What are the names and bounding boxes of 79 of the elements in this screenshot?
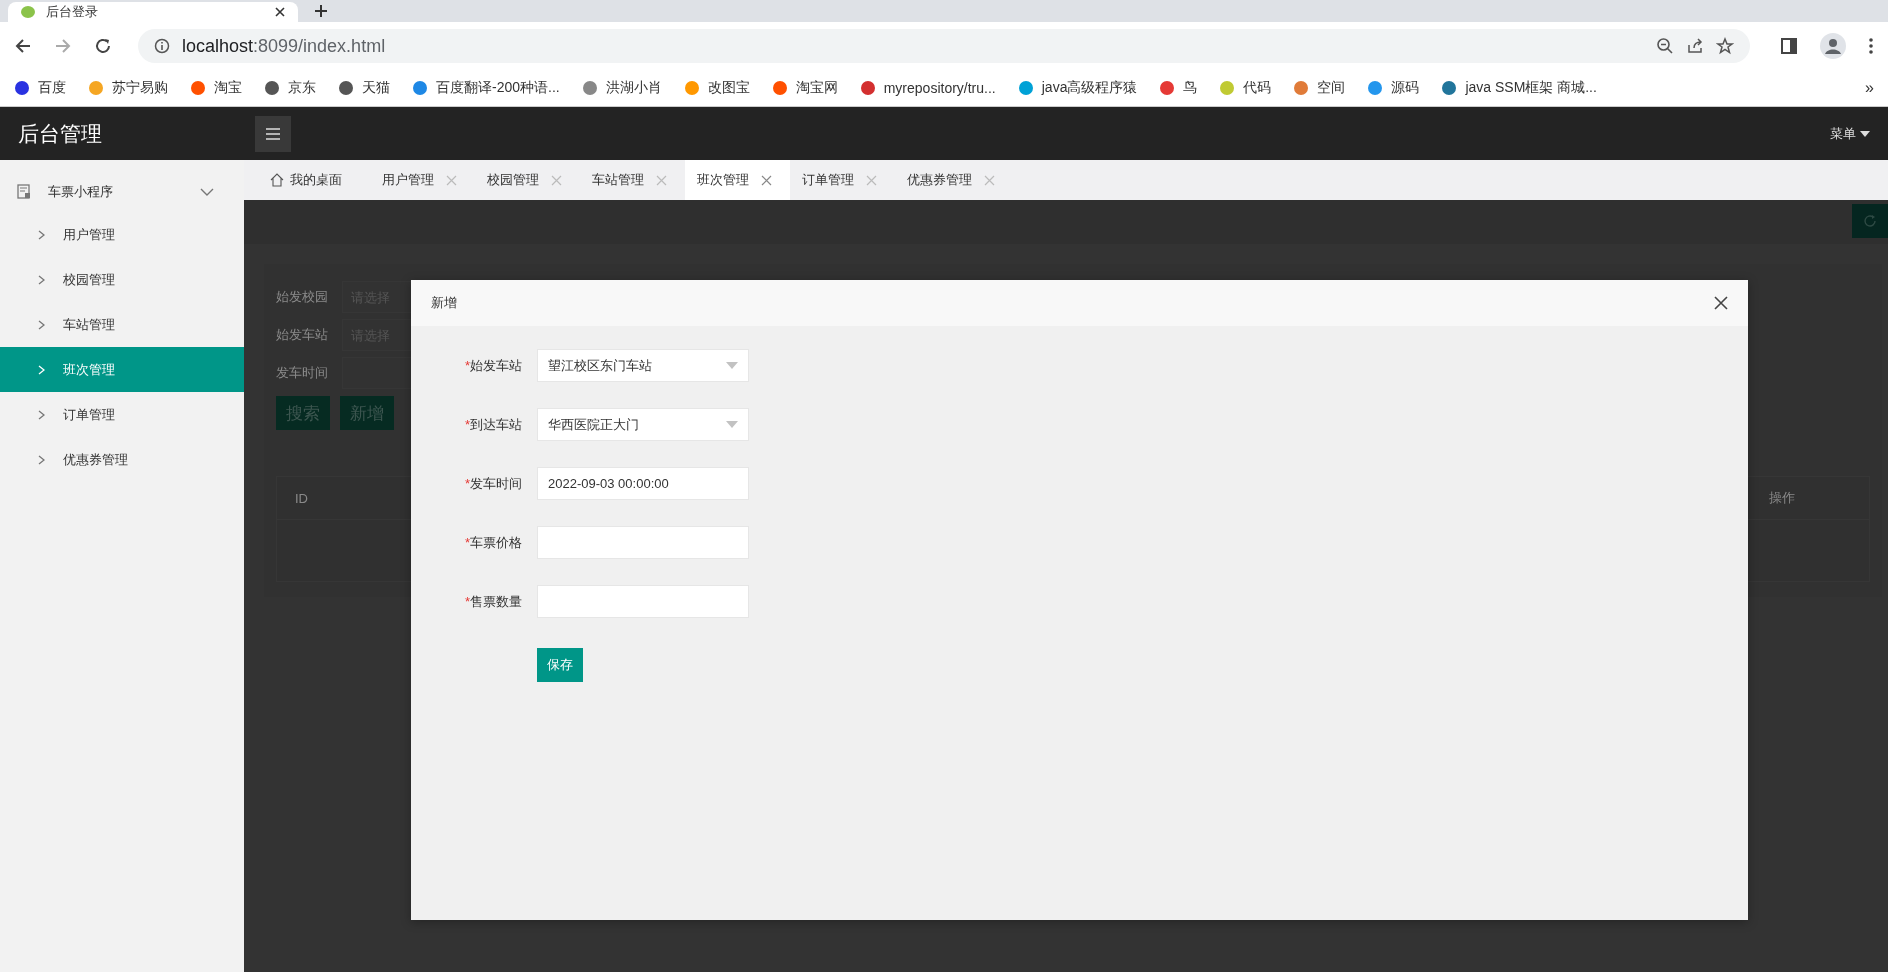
field-label: *始发车站 [463, 356, 523, 375]
back-icon[interactable] [14, 37, 32, 55]
bookmark[interactable]: 百度翻译-200种语... [412, 79, 560, 97]
page-tab[interactable]: 车站管理 [580, 160, 685, 200]
bookmark[interactable]: myrepository/tru... [859, 80, 996, 96]
bookmark[interactable]: 洪湖小肖 [581, 79, 662, 97]
input-field[interactable] [537, 585, 749, 618]
field-label: 发车时间 [276, 364, 329, 382]
input-field[interactable] [537, 526, 749, 559]
caret-icon [1860, 130, 1870, 137]
bookmark[interactable]: 代码 [1219, 79, 1272, 97]
address-bar[interactable]: localhost:8099/index.html [138, 29, 1750, 63]
page-tab[interactable]: 用户管理 [370, 160, 475, 200]
home-icon [270, 173, 284, 187]
chevron-icon [38, 229, 45, 240]
field-label: 始发车站 [276, 326, 329, 344]
column-header: ID [295, 490, 308, 506]
more-icon[interactable] [1868, 37, 1874, 55]
sidebar-item[interactable]: 优惠券管理 [0, 437, 244, 482]
caret-icon [726, 362, 738, 369]
menu-button[interactable] [255, 115, 291, 152]
share-icon[interactable] [1686, 37, 1704, 55]
bookmark[interactable]: java高级程序猿 [1017, 79, 1138, 97]
profile-icon[interactable] [1820, 33, 1846, 59]
info-icon [154, 38, 170, 54]
document-icon [16, 184, 32, 200]
dialog-title: 新增 [431, 294, 458, 312]
reload-icon[interactable] [94, 37, 112, 55]
page-tab[interactable]: 优惠券管理 [895, 160, 1013, 200]
input-field[interactable]: 2022-09-03 00:00:00 [537, 467, 749, 500]
sidebar-item[interactable]: 订单管理 [0, 392, 244, 437]
sidebar-item[interactable]: 用户管理 [0, 212, 244, 257]
field-label: *售票数量 [463, 592, 523, 611]
field-label: 始发校园 [276, 288, 329, 306]
select-field[interactable]: 望江校区东门车站 [537, 349, 749, 382]
bookmark[interactable]: 京东 [264, 79, 316, 97]
bookmark[interactable]: 百度 [14, 79, 66, 97]
bookmark[interactable]: 天猫 [338, 79, 390, 97]
star-icon[interactable] [1716, 37, 1734, 55]
zoom-out-icon[interactable] [1656, 37, 1674, 55]
page-tab[interactable]: 校园管理 [475, 160, 580, 200]
chevron-icon [38, 319, 45, 330]
bookmark[interactable]: 改图宝 [683, 79, 750, 97]
bookmark[interactable]: 空间 [1293, 79, 1346, 97]
browser-tab[interactable]: 后台登录 [8, 2, 298, 22]
close-icon[interactable] [274, 6, 286, 18]
url-text: localhost:8099/index.html [182, 35, 386, 57]
page-tab[interactable]: 我的桌面 [258, 160, 370, 200]
bookmark[interactable]: 鸟 [1159, 79, 1198, 97]
page-tab[interactable]: 订单管理 [790, 160, 895, 200]
select-field[interactable]: 华西医院正大门 [537, 408, 749, 441]
chevron-icon [38, 409, 45, 420]
field-label: *车票价格 [463, 533, 523, 552]
chevron-icon [38, 274, 45, 285]
side-panel-icon[interactable] [1780, 37, 1798, 55]
column-header: 操作 [1769, 489, 1795, 507]
menu-icon [266, 127, 280, 140]
caret-icon [726, 421, 738, 428]
field-label: *发车时间 [463, 474, 523, 493]
plus-icon[interactable] [314, 4, 328, 18]
refresh-icon [1863, 214, 1877, 228]
page-tab[interactable]: 班次管理 [685, 160, 790, 200]
bookmark[interactable]: 淘宝 [190, 79, 242, 97]
menu-dropdown[interactable]: 菜单 [1830, 124, 1870, 143]
sidebar-group[interactable]: 车票小程序 [0, 172, 244, 212]
bookmark[interactable]: 源码 [1367, 79, 1420, 97]
sidebar-item[interactable]: 班次管理 [0, 347, 244, 392]
save-button[interactable]: 保存 [537, 647, 583, 682]
close-icon[interactable] [1714, 296, 1728, 310]
bookmark[interactable]: java SSM框架 商城... [1441, 79, 1597, 97]
chevron-icon [38, 364, 45, 375]
sidebar-item[interactable]: 校园管理 [0, 257, 244, 302]
sidebar-item[interactable]: 车站管理 [0, 302, 244, 347]
app-title: 后台管理 [18, 120, 103, 147]
bookmark[interactable]: 淘宝网 [771, 79, 838, 97]
field-label: *到达车站 [463, 415, 523, 434]
chevron-icon [38, 454, 45, 465]
bookmark[interactable]: 苏宁易购 [88, 79, 168, 97]
more-bookmarks[interactable]: » [1865, 79, 1874, 97]
